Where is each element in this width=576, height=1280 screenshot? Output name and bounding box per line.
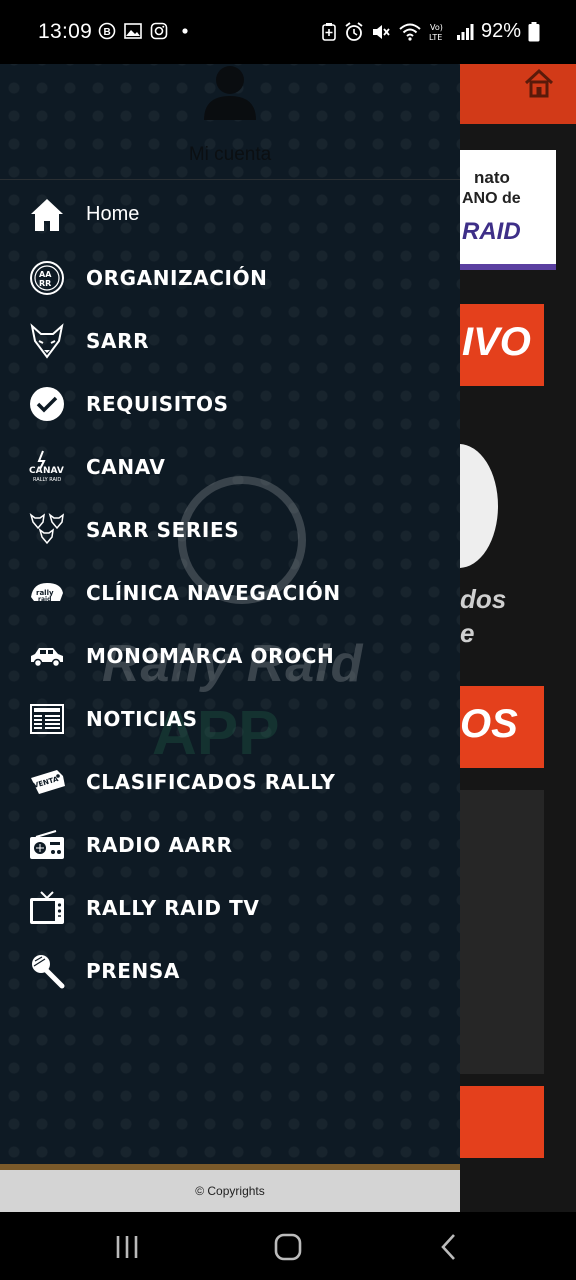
menu-label: Home (86, 203, 140, 225)
bg-tile-3[interactable] (460, 1086, 544, 1158)
svg-text:AA: AA (39, 270, 52, 279)
home-icon (28, 196, 66, 234)
copyright-footer: © Copyrights (0, 1170, 460, 1212)
menu-item-requisitos[interactable]: REQUISITOS (0, 372, 460, 435)
microphone-icon (28, 952, 66, 990)
battery-icon (528, 21, 540, 41)
fox-icon (28, 322, 66, 360)
bg-banner[interactable]: nato ANO de RAID (460, 150, 556, 270)
status-right-icons: Vo) LTE 92% (321, 20, 540, 43)
svg-text:raid: raid (38, 596, 51, 603)
svg-text:RALLY RAID: RALLY RAID (33, 477, 61, 483)
user-avatar-icon (204, 66, 256, 120)
navigation-drawer: Rally Raid APP Mi cuenta Home AA RR ORGAN… (0, 46, 460, 1212)
menu-label: CANAV (86, 454, 166, 479)
system-nav-bar (0, 1212, 576, 1280)
menu-label: CLÍNICA NAVEGACIÓN (86, 580, 341, 605)
menu-item-monomarca-oroch[interactable]: MONOMARCA OROCH (0, 624, 460, 687)
car-icon (28, 637, 66, 675)
status-bar: 13:09 B Vo) LTE 92% (0, 0, 576, 64)
foxes-icon (28, 511, 66, 549)
bg-circle-image (460, 444, 498, 568)
dot-icon (182, 28, 188, 34)
menu-item-radio-aarr[interactable]: RADIO AARR (0, 813, 460, 876)
menu-label: SARR SERIES (86, 517, 240, 542)
menu-label: REQUISITOS (86, 391, 229, 416)
radio-icon (28, 826, 66, 864)
bg-tile-live-text: IVO (462, 320, 531, 364)
b-circle-icon: B (98, 22, 116, 40)
bg-tile-2[interactable]: OS (460, 686, 544, 768)
drawer-menu: Home AA RR ORGANIZACIÓN SARR REQUISITOS C… (0, 183, 460, 1002)
volte-icon: Vo)LTE (429, 23, 443, 42)
aarr-logo-icon: AA RR (28, 259, 66, 297)
menu-item-sarr-series[interactable]: SARR SERIES (0, 498, 460, 561)
rally-logo-icon: rally raid (28, 574, 66, 612)
menu-label: CLASIFICADOS RALLY (86, 769, 336, 794)
menu-item-sarr[interactable]: SARR (0, 309, 460, 372)
bg-tile-live[interactable]: IVO (460, 304, 544, 386)
battery-saver-icon (322, 22, 336, 41)
menu-label: SARR (86, 328, 150, 353)
background-app: nato ANO de RAID IVO dos e OS (460, 46, 576, 1212)
menu-item-organizacion[interactable]: AA RR ORGANIZACIÓN (0, 246, 460, 309)
status-left-icons: B (98, 22, 194, 40)
instagram-icon (150, 22, 168, 40)
tv-icon (28, 889, 66, 927)
alarm-icon (345, 21, 363, 41)
status-time: 13:09 (38, 20, 93, 43)
back-icon[interactable] (432, 1230, 466, 1264)
bg-image-block (460, 790, 544, 1074)
bg-text-line1: dos (460, 584, 507, 614)
check-circle-icon (28, 385, 66, 423)
bg-text-line2: e (460, 618, 475, 648)
menu-label: NOTICIAS (86, 706, 198, 731)
menu-label: RADIO AARR (86, 832, 233, 857)
home-icon[interactable] (524, 68, 554, 98)
bg-banner-line1: nato (474, 168, 510, 187)
venta-tag-icon: VENTA (28, 763, 66, 801)
mute-icon (372, 24, 390, 39)
menu-item-clasificados-rally[interactable]: VENTA CLASIFICADOS RALLY (0, 750, 460, 813)
menu-item-prensa[interactable]: PRENSA (0, 939, 460, 1002)
svg-text:Vo): Vo) (430, 23, 443, 32)
svg-text:LTE: LTE (429, 33, 442, 42)
menu-label: MONOMARCA OROCH (86, 643, 335, 668)
svg-text:CA: CA (29, 466, 43, 476)
menu-item-rally-raid-tv[interactable]: RALLY RAID TV (0, 876, 460, 939)
bg-tile-2-text: OS (460, 702, 518, 746)
battery-percent: 92% (480, 20, 521, 42)
recent-apps-icon[interactable] (110, 1230, 144, 1264)
svg-text:B: B (104, 27, 111, 38)
wifi-icon (399, 23, 421, 41)
menu-item-noticias[interactable]: NOTICIAS (0, 687, 460, 750)
bg-banner-line3: RAID (462, 218, 521, 245)
menu-label: ORGANIZACIÓN (86, 265, 268, 290)
svg-text:NAV: NAV (43, 466, 64, 476)
menu-label: RALLY RAID TV (86, 895, 260, 920)
menu-item-home[interactable]: Home (0, 183, 460, 246)
signal-icon (456, 23, 474, 40)
svg-text:RR: RR (39, 279, 51, 288)
home-button-icon[interactable] (271, 1230, 305, 1264)
gallery-icon (124, 23, 142, 39)
menu-item-canav[interactable]: CA NAV RALLY RAID CANAV (0, 435, 460, 498)
bg-banner-line2: ANO de (462, 190, 521, 207)
canav-logo-icon: CA NAV RALLY RAID (28, 448, 66, 486)
newspaper-icon (28, 700, 66, 738)
menu-label: PRENSA (86, 958, 180, 983)
account-header[interactable]: Mi cuenta (0, 46, 460, 180)
account-label: Mi cuenta (188, 144, 272, 165)
menu-item-clinica-navegacion[interactable]: rally raid CLÍNICA NAVEGACIÓN (0, 561, 460, 624)
